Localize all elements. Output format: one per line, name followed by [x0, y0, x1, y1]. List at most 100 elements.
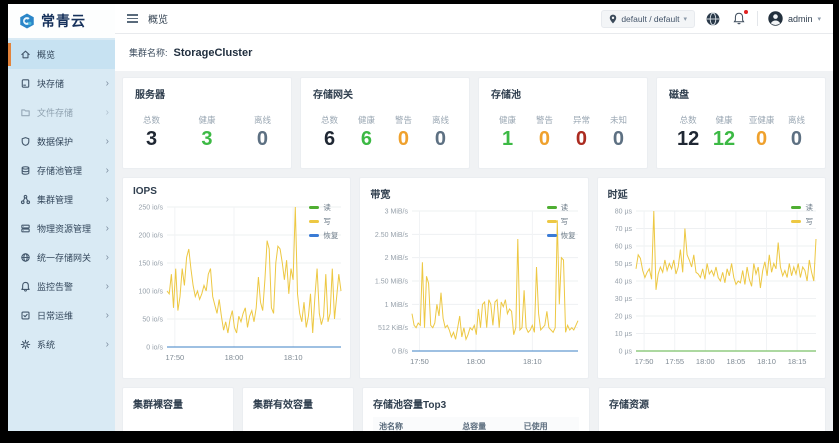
stat-label: 异常 — [573, 114, 590, 126]
sidebar-item-block-storage[interactable]: 块存储› — [8, 69, 115, 98]
svg-text:30 µs: 30 µs — [614, 296, 632, 303]
chevron-right-icon: › — [106, 253, 109, 263]
stat-label: 健康 — [198, 114, 215, 126]
location-pin-icon — [609, 14, 617, 24]
sidebar-item-label: 文件存储 — [37, 106, 100, 119]
cluster-name-value: StorageCluster — [174, 47, 253, 59]
legend-label: 写 — [805, 216, 813, 227]
chevron-right-icon: › — [106, 108, 109, 118]
chevron-right-icon: › — [106, 166, 109, 176]
storage-resources-panel: 存储资源 — [598, 387, 826, 431]
stat-columns: 总数6健康6警告0离线0 — [313, 114, 457, 150]
physical-resource-icon — [20, 223, 31, 234]
username: admin — [788, 14, 813, 24]
panel-title: 集群裸容量 — [133, 396, 223, 411]
svg-text:18:10: 18:10 — [757, 357, 776, 366]
svg-text:1.50 MiB/s: 1.50 MiB/s — [375, 279, 409, 286]
stat-label: 警告 — [536, 114, 553, 126]
stat-label: 总数 — [321, 114, 338, 126]
legend-item-读[interactable]: 读 — [547, 202, 576, 213]
chart-legend: 读写恢复 — [309, 202, 338, 241]
stat-健康: 健康6 — [358, 114, 375, 150]
sidebar-item-system-gear[interactable]: 系统› — [8, 330, 115, 359]
pool-top3-panel: 存储池容量Top3池名称总容量已使用StoragePool43.7 TiB3.2… — [362, 387, 590, 431]
legend-item-写[interactable]: 写 — [547, 216, 576, 227]
region-selector-value: default / default — [621, 14, 679, 24]
stat-健康: 健康12 — [713, 114, 735, 150]
legend-item-写[interactable]: 写 — [309, 216, 338, 227]
user-menu[interactable]: admin ▾ — [768, 11, 821, 26]
legend-item-写[interactable]: 写 — [791, 216, 813, 227]
chevron-right-icon: › — [106, 224, 109, 234]
chevron-right-icon: › — [106, 195, 109, 205]
sidebar-item-data-protection[interactable]: 数据保护› — [8, 127, 115, 156]
sidebar-item-label: 监控告警 — [37, 280, 100, 293]
panel-title: 集群有效容量 — [253, 396, 343, 411]
sidebar-item-cluster[interactable]: 集群管理› — [8, 185, 115, 214]
home-icon — [20, 49, 31, 60]
chevron-right-icon: › — [106, 282, 109, 292]
svg-text:17:55: 17:55 — [665, 357, 684, 366]
sidebar-item-ops[interactable]: 日常运维› — [8, 301, 115, 330]
logo[interactable]: 常青云 — [8, 4, 115, 38]
stat-cards-row: 服务器总数3健康3离线0存储网关总数6健康6警告0离线0存储池健康1警告0异常0… — [122, 77, 826, 169]
svg-text:17:50: 17:50 — [410, 357, 429, 366]
stat-card-title: 存储池 — [491, 86, 635, 101]
stat-card-title: 存储网关 — [313, 86, 457, 101]
stat-card-title: 服务器 — [135, 86, 279, 101]
stat-card: 存储池健康1警告0异常0未知0 — [478, 77, 648, 169]
sidebar-item-gateway[interactable]: 统一存储网关 › — [8, 243, 115, 272]
sidebar-item-label: 统一存储网关 — [37, 251, 100, 264]
sidebar-item-label: 系统 — [37, 338, 100, 351]
legend-item-恢复[interactable]: 恢复 — [309, 230, 338, 241]
table-column-header: 已使用 — [518, 417, 579, 431]
chart-legend: 读写恢复 — [547, 202, 576, 241]
panel-title: 存储池容量Top3 — [373, 396, 579, 411]
legend-label: 读 — [323, 202, 331, 213]
effective-capacity-panel: 集群有效容量 — [242, 387, 354, 431]
sidebar-item-file-storage[interactable]: 文件存储 › — [8, 98, 115, 127]
breadcrumb: 概览 — [148, 11, 168, 26]
legend-item-恢复[interactable]: 恢复 — [547, 230, 576, 241]
legend-item-读[interactable]: 读 — [791, 202, 813, 213]
region-selector[interactable]: default / default ▾ — [601, 10, 695, 28]
file-storage-icon — [20, 107, 31, 118]
stat-健康: 健康3 — [198, 114, 215, 150]
sidebar-item-label: 块存储 — [37, 77, 100, 90]
raw-capacity-panel: 集群裸容量 — [122, 387, 234, 431]
stat-label: 离线 — [254, 114, 271, 126]
sidebar-item-physical-resource[interactable]: 物理资源管理› — [8, 214, 115, 243]
stat-健康: 健康1 — [499, 114, 516, 150]
stat-label: 警告 — [395, 114, 412, 126]
stat-card: 存储网关总数6健康6警告0离线0 — [300, 77, 470, 169]
stat-value: 0 — [610, 128, 627, 150]
sidebar: 常青云 概览块存储›文件存储›数据保护›存储池管理›集群管理›物理资源管理›统一… — [8, 4, 115, 431]
legend-marker — [309, 234, 319, 237]
stat-离线: 离线0 — [432, 114, 449, 150]
data-protection-icon — [20, 136, 31, 147]
sidebar-item-label: 存储池管理 — [37, 164, 100, 177]
latency-chart: 时延0 µs10 µs20 µs30 µs40 µs50 µs60 µs70 µ… — [597, 177, 826, 379]
bandwidth-chart: 带宽0 B/s512 KiB/s1 MiB/s1.50 MiB/s2 MiB/s… — [359, 177, 588, 379]
stat-label: 健康 — [358, 114, 375, 126]
sidebar-item-alarm-bell[interactable]: 监控告警 › — [8, 272, 115, 301]
user-avatar — [768, 11, 783, 26]
menu-fold-icon[interactable] — [127, 14, 138, 23]
sidebar-item-storage-pool[interactable]: 存储池管理 › — [8, 156, 115, 185]
system-gear-icon — [20, 339, 31, 350]
stat-card: 服务器总数3健康3离线0 — [122, 77, 292, 169]
stat-card-title: 磁盘 — [669, 86, 813, 101]
ops-icon — [20, 310, 31, 321]
svg-text:18:15: 18:15 — [787, 357, 806, 366]
sidebar-item-home[interactable]: 概览 — [8, 40, 115, 69]
legend-item-读[interactable]: 读 — [309, 202, 338, 213]
legend-marker — [547, 206, 557, 209]
language-globe-icon[interactable] — [705, 11, 721, 27]
stat-value: 0 — [432, 128, 449, 150]
svg-text:100 io/s: 100 io/s — [138, 289, 163, 296]
notification-bell-icon[interactable] — [731, 11, 747, 27]
stat-未知: 未知0 — [610, 114, 627, 150]
svg-text:70 µs: 70 µs — [614, 226, 632, 233]
stat-value: 0 — [536, 128, 553, 150]
iops-chart: IOPS0 io/s50 io/s100 io/s150 io/s200 io/… — [122, 177, 351, 379]
